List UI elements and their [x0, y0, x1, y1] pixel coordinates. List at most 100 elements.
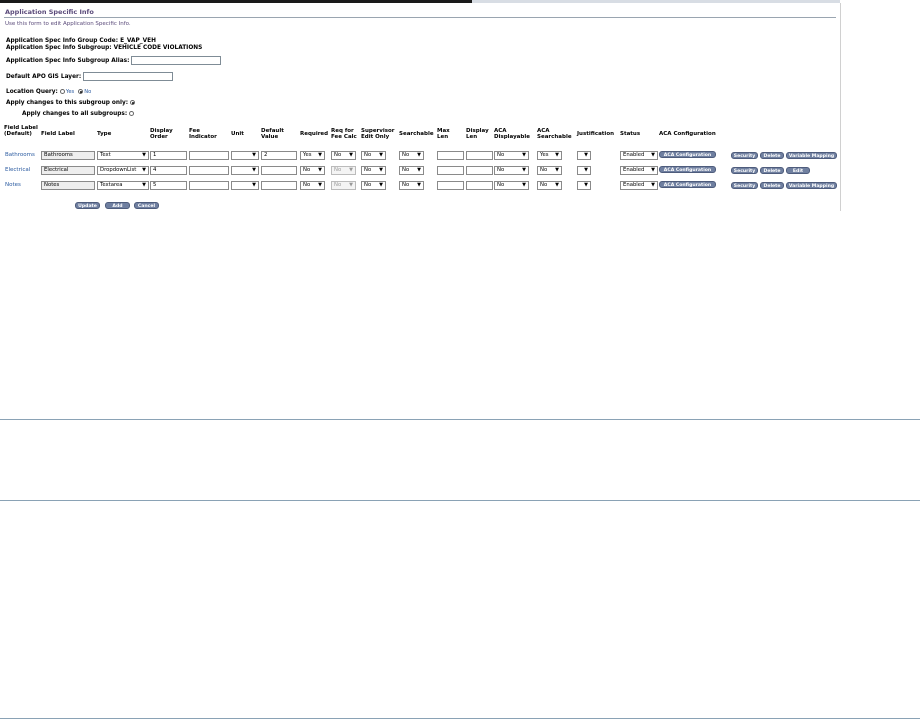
field-label-input[interactable]: Notes — [41, 181, 95, 190]
chevron-down-icon: ▼ — [555, 182, 559, 188]
update-button[interactable]: Update — [75, 202, 100, 209]
aca-searchable-value: No — [540, 167, 548, 173]
group-code-line: Application Spec Info Group Code: E_VAP_… — [6, 38, 156, 44]
searchable-select[interactable]: No ▼ — [399, 151, 424, 160]
delete-button[interactable]: Delete — [760, 182, 784, 189]
alias-input[interactable] — [131, 56, 222, 65]
fee-indicator-input[interactable] — [189, 166, 229, 175]
security-button[interactable]: Security — [731, 182, 758, 189]
req-fee-calc-select[interactable]: No ▼ — [331, 166, 356, 175]
edit-button[interactable]: Edit — [786, 167, 810, 174]
max-len-input[interactable] — [437, 181, 464, 190]
chevron-down-icon: ▼ — [142, 152, 146, 158]
searchable-select[interactable]: No ▼ — [399, 166, 424, 175]
location-no-radio[interactable] — [78, 89, 84, 94]
chevron-down-icon: ▼ — [522, 167, 526, 173]
alias-line: Application Spec Info Subgroup Alias: — [6, 56, 222, 65]
header-field-label: Field Label — [41, 131, 75, 137]
justification-select[interactable]: ▼ — [577, 151, 591, 160]
status-select[interactable]: Enabled ▼ — [620, 181, 658, 190]
aca-displayable-select[interactable]: No ▼ — [494, 151, 529, 160]
header-unit: Unit — [231, 131, 244, 137]
display-len-input[interactable] — [466, 181, 493, 190]
display-len-input[interactable] — [466, 166, 493, 175]
default-value-input[interactable] — [261, 166, 297, 175]
status-select[interactable]: Enabled ▼ — [620, 166, 658, 175]
unit-select[interactable]: ▼ — [231, 151, 259, 160]
status-select[interactable]: Enabled ▼ — [620, 151, 658, 160]
chevron-down-icon: ▼ — [349, 167, 353, 173]
chevron-down-icon: ▼ — [584, 182, 588, 188]
location-query-label: Location Query: — [6, 89, 58, 95]
aca-searchable-select[interactable]: Yes ▼ — [537, 151, 562, 160]
chevron-down-icon: ▼ — [379, 152, 383, 158]
unit-select[interactable]: ▼ — [231, 181, 259, 190]
fee-indicator-input[interactable] — [189, 151, 229, 160]
unit-select[interactable]: ▼ — [231, 166, 259, 175]
row-default-label-link[interactable]: Bathrooms — [5, 152, 35, 158]
field-label-input[interactable]: Bathrooms — [41, 151, 95, 160]
type-select[interactable]: Textarea ▼ — [97, 181, 149, 190]
status-value: Enabled — [623, 182, 645, 188]
supervisor-edit-value: No — [364, 182, 372, 188]
aca-displayable-select[interactable]: No ▼ — [494, 166, 529, 175]
display-len-input[interactable] — [466, 151, 493, 160]
searchable-value: No — [402, 152, 410, 158]
location-yes-radio[interactable] — [59, 89, 65, 94]
security-button[interactable]: Security — [731, 167, 758, 174]
security-button[interactable]: Security — [731, 152, 758, 159]
req-fee-calc-select[interactable]: No ▼ — [331, 181, 356, 190]
justification-select[interactable]: ▼ — [577, 181, 591, 190]
apply-subgroup-label: Apply changes to this subgroup only: — [6, 100, 129, 106]
chevron-down-icon: ▼ — [417, 167, 421, 173]
chevron-down-icon: ▼ — [522, 152, 526, 158]
header-required: Required — [300, 131, 329, 137]
row-default-label-link[interactable]: Electrical — [5, 167, 30, 173]
add-button[interactable]: Add — [105, 202, 130, 209]
type-value: Text — [100, 152, 111, 158]
supervisor-edit-select[interactable]: No ▼ — [361, 151, 386, 160]
required-value: Yes — [303, 152, 312, 158]
display-order-input[interactable]: 4 — [150, 166, 187, 175]
default-value-input[interactable]: 2 — [261, 151, 297, 160]
field-label-input[interactable]: Electrical — [41, 166, 95, 175]
req-fee-calc-select[interactable]: No ▼ — [331, 151, 356, 160]
aca-searchable-select[interactable]: No ▼ — [537, 181, 562, 190]
chevron-down-icon: ▼ — [318, 182, 322, 188]
header-aca-searchable: ACA Searchable — [537, 128, 572, 141]
group-code-label: Application Spec Info Group Code: — [6, 38, 119, 44]
max-len-input[interactable] — [437, 166, 464, 175]
supervisor-edit-select[interactable]: No ▼ — [361, 166, 386, 175]
row-default-label-link[interactable]: Notes — [5, 182, 21, 188]
max-len-input[interactable] — [437, 151, 464, 160]
apply-subgroup-radio[interactable] — [130, 100, 136, 105]
justification-select[interactable]: ▼ — [577, 166, 591, 175]
aca-configuration-button[interactable]: ACA Configuration — [659, 181, 716, 188]
delete-button[interactable]: Delete — [760, 167, 784, 174]
type-select[interactable]: DropdownList ▼ — [97, 166, 149, 175]
delete-button[interactable]: Delete — [760, 152, 784, 159]
type-select[interactable]: Text ▼ — [97, 151, 149, 160]
supervisor-edit-select[interactable]: No ▼ — [361, 181, 386, 190]
aca-configuration-button[interactable]: ACA Configuration — [659, 166, 716, 173]
searchable-select[interactable]: No ▼ — [399, 181, 424, 190]
aca-searchable-select[interactable]: No ▼ — [537, 166, 562, 175]
gis-line: Default APO GIS Layer: — [6, 72, 174, 81]
header-display-order: Display Order — [150, 128, 173, 141]
cancel-button[interactable]: Cancel — [134, 202, 159, 209]
variable-mapping-button[interactable]: Variable Mapping — [786, 152, 837, 159]
chevron-down-icon: ▼ — [349, 152, 353, 158]
default-value-input[interactable] — [261, 181, 297, 190]
variable-mapping-button[interactable]: Variable Mapping — [786, 182, 837, 189]
required-select[interactable]: No ▼ — [300, 181, 325, 190]
gis-layer-input[interactable] — [83, 72, 174, 81]
fee-indicator-input[interactable] — [189, 181, 229, 190]
aca-displayable-select[interactable]: No ▼ — [494, 181, 529, 190]
display-order-input[interactable]: 5 — [150, 181, 187, 190]
aca-configuration-button[interactable]: ACA Configuration — [659, 151, 716, 158]
chevron-down-icon: ▼ — [318, 167, 322, 173]
apply-all-radio[interactable] — [129, 111, 135, 116]
required-select[interactable]: Yes ▼ — [300, 151, 325, 160]
display-order-input[interactable]: 1 — [150, 151, 187, 160]
required-select[interactable]: No ▼ — [300, 166, 325, 175]
